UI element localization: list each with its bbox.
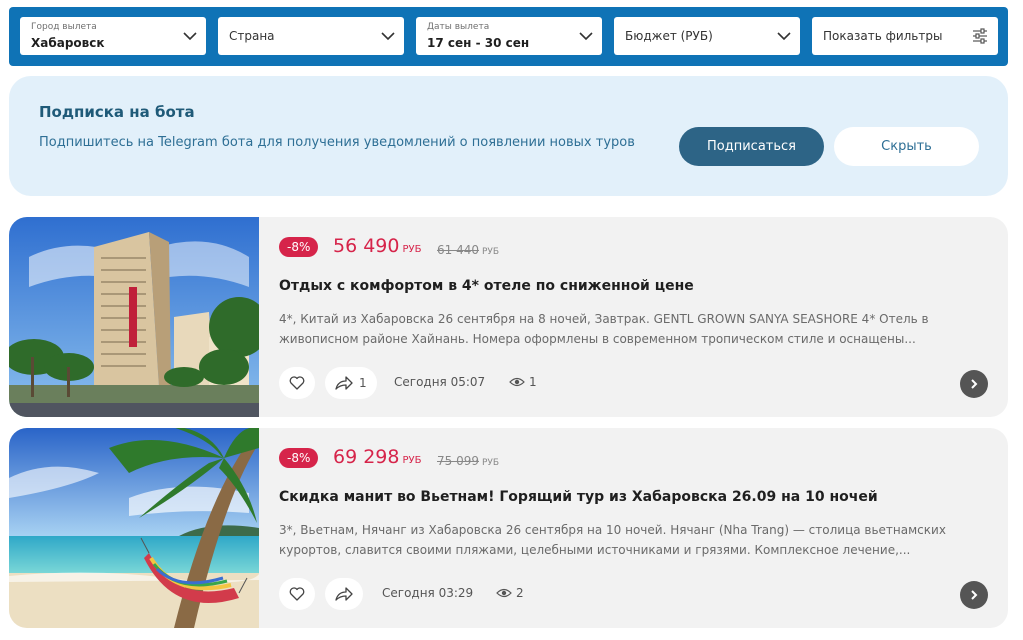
show-filters-label: Показать фильтры <box>823 29 943 43</box>
subscribe-button[interactable]: Подписаться <box>679 127 824 166</box>
departure-city-label: Город вылета <box>31 22 97 32</box>
country-placeholder: Страна <box>229 29 275 43</box>
departure-dates-value: 17 сен - 30 сен <box>427 36 530 50</box>
filter-sliders-icon <box>973 28 987 44</box>
show-filters-button[interactable]: Показать фильтры <box>812 17 998 55</box>
tour-description: 3*, Вьетнам, Нячанг из Хабаровска 26 сен… <box>279 523 946 557</box>
share-arrow-icon <box>335 376 353 390</box>
chevron-down-icon <box>183 32 197 41</box>
like-button[interactable] <box>279 578 315 610</box>
tour-title[interactable]: Скидка манит во Вьетнам! Горящий тур из … <box>279 489 878 505</box>
share-button[interactable]: 1 <box>325 367 377 399</box>
subscription-text: Подпишитесь на Telegram бота для получен… <box>39 135 635 150</box>
tour-card[interactable]: -8% 69 298 РУБ 75 099 РУБ Скидка манит во … <box>9 428 1008 628</box>
eye-icon <box>509 377 525 387</box>
share-count: 1 <box>359 376 367 390</box>
old-price: 61 440 РУБ <box>437 243 499 257</box>
views: 2 <box>496 586 524 600</box>
eye-icon <box>496 588 512 598</box>
heart-icon <box>289 376 305 390</box>
budget-select[interactable]: Бюджет (РУБ) <box>614 17 800 55</box>
old-price-currency: РУБ <box>482 458 500 468</box>
views: 1 <box>509 375 537 389</box>
old-price: 75 099 РУБ <box>437 454 499 468</box>
price-value: 69 298 <box>333 446 400 468</box>
share-arrow-icon <box>335 587 353 601</box>
old-price-value: 75 099 <box>437 454 479 468</box>
chevron-right-icon <box>971 379 978 389</box>
like-button[interactable] <box>279 367 315 399</box>
filter-bar: Город вылета Хабаровск Страна Даты вылет… <box>9 7 1008 66</box>
departure-city-value: Хабаровск <box>31 36 105 50</box>
subscription-title: Подписка на бота <box>39 103 195 121</box>
tour-title[interactable]: Отдых с комфортом в 4* отеле по сниженно… <box>279 278 694 294</box>
discount-badge: -8% <box>279 448 319 468</box>
country-select[interactable]: Страна <box>218 17 404 55</box>
price-currency: РУБ <box>402 244 422 255</box>
heart-icon <box>289 587 305 601</box>
post-time: Сегодня 05:07 <box>394 375 486 389</box>
open-tour-button[interactable] <box>960 581 988 609</box>
beach-photo[interactable] <box>9 428 259 628</box>
views-count: 2 <box>516 586 524 600</box>
hide-button[interactable]: Скрыть <box>834 127 979 166</box>
chevron-down-icon <box>777 32 791 41</box>
tour-description: 4*, Китай из Хабаровска 26 сентября на 8… <box>279 312 929 346</box>
departure-dates-select[interactable]: Даты вылета 17 сен - 30 сен <box>416 17 602 55</box>
old-price-currency: РУБ <box>482 247 500 257</box>
budget-placeholder: Бюджет (РУБ) <box>625 29 713 43</box>
views-count: 1 <box>529 375 537 389</box>
chevron-right-icon <box>971 590 978 600</box>
post-time: Сегодня 03:29 <box>382 586 474 600</box>
price-value: 56 490 <box>333 235 400 257</box>
discount-badge: -8% <box>279 237 319 257</box>
price: 69 298 РУБ <box>333 446 421 468</box>
tour-card[interactable]: -8% 56 490 РУБ 61 440 РУБ Отдых с комфорто… <box>9 217 1008 417</box>
share-button[interactable] <box>325 578 363 610</box>
open-tour-button[interactable] <box>960 370 988 398</box>
departure-dates-label: Даты вылета <box>427 22 490 32</box>
price-currency: РУБ <box>402 455 422 466</box>
departure-city-select[interactable]: Город вылета Хабаровск <box>20 17 206 55</box>
hotel-photo[interactable] <box>9 217 259 417</box>
chevron-down-icon <box>381 32 395 41</box>
old-price-value: 61 440 <box>437 243 479 257</box>
bot-subscription-panel: Подписка на бота Подпишитесь на Telegram… <box>9 76 1008 196</box>
price: 56 490 РУБ <box>333 235 421 257</box>
chevron-down-icon <box>579 32 593 41</box>
